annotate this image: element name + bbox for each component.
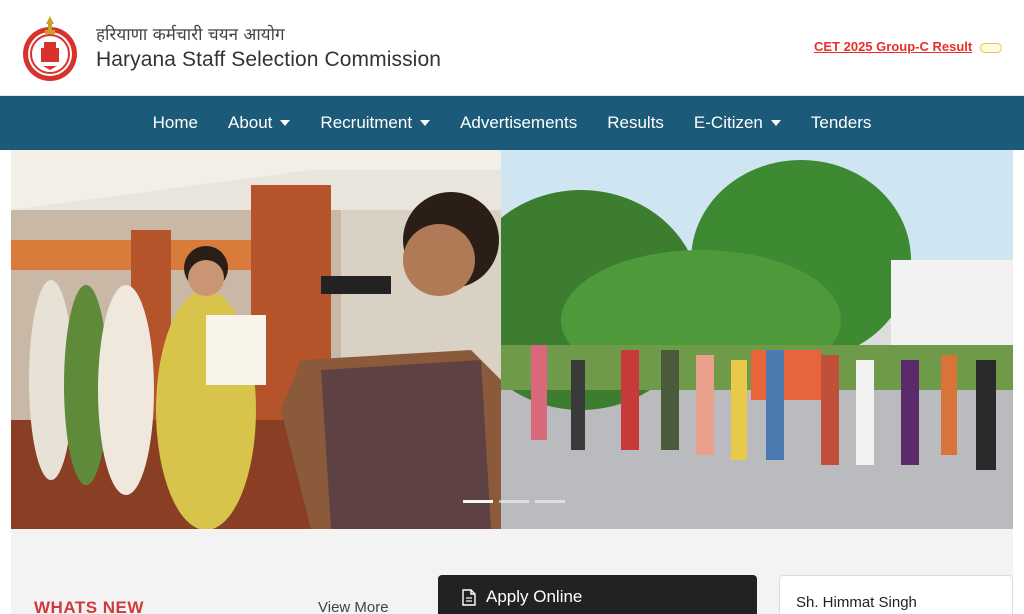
apply-online-button[interactable]: Apply Online (438, 575, 757, 614)
caret-down-icon (420, 120, 431, 126)
haryana-emblem-logo[interactable] (21, 12, 79, 82)
carousel-indicators (463, 500, 565, 503)
site-title-english: Haryana Staff Selection Commission (96, 48, 441, 71)
announcement-toggle[interactable] (980, 43, 1002, 53)
site-title-hindi: हरियाणा कर्मचारी चयन आयोग (96, 25, 285, 45)
nav-item-label: E-Citizen (693, 113, 763, 132)
nav-item-advertisements[interactable]: Advertisements (445, 113, 592, 133)
officer-name: Sh. Himmat Singh (796, 594, 917, 611)
officer-card: Sh. Himmat Singh (779, 575, 1013, 614)
main-navbar: Home About Recruitment Advertisements Re… (0, 96, 1024, 150)
site-header: हरियाणा कर्मचारी चयन आयोग Haryana Staff … (0, 0, 1024, 96)
nav-item-label: Results (607, 113, 664, 132)
nav-item-results[interactable]: Results (592, 113, 679, 133)
nav-item-label: About (227, 113, 273, 132)
whats-new-heading: WHATS NEW (34, 598, 144, 614)
nav-item-label: Home (152, 113, 198, 132)
nav-item-e-citizen[interactable]: E-Citizen (679, 113, 796, 133)
caret-down-icon (770, 120, 781, 126)
cet-result-link[interactable]: CET 2025 Group-C Result (814, 39, 972, 54)
apply-online-label: Apply Online (486, 587, 583, 606)
hero-image-exam-hall (11, 150, 501, 529)
nav-item-about[interactable]: About (213, 113, 305, 133)
carousel-dot[interactable] (499, 500, 529, 503)
document-icon (462, 588, 476, 606)
view-more-link[interactable]: View More (318, 599, 389, 614)
nav-item-recruitment[interactable]: Recruitment (305, 113, 445, 133)
hero-image-candidates-queue (501, 150, 1013, 529)
nav-item-label: Recruitment (320, 113, 413, 132)
carousel-dot[interactable] (463, 500, 493, 503)
nav-item-home[interactable]: Home (138, 113, 213, 133)
nav-item-label: Tenders (810, 113, 872, 132)
carousel-dot[interactable] (535, 500, 565, 503)
caret-down-icon (280, 120, 291, 126)
nav-menu: Home About Recruitment Advertisements Re… (0, 96, 1024, 150)
nav-item-label: Advertisements (460, 113, 578, 132)
hero-carousel[interactable] (11, 150, 1013, 529)
nav-item-tenders[interactable]: Tenders (796, 113, 886, 133)
